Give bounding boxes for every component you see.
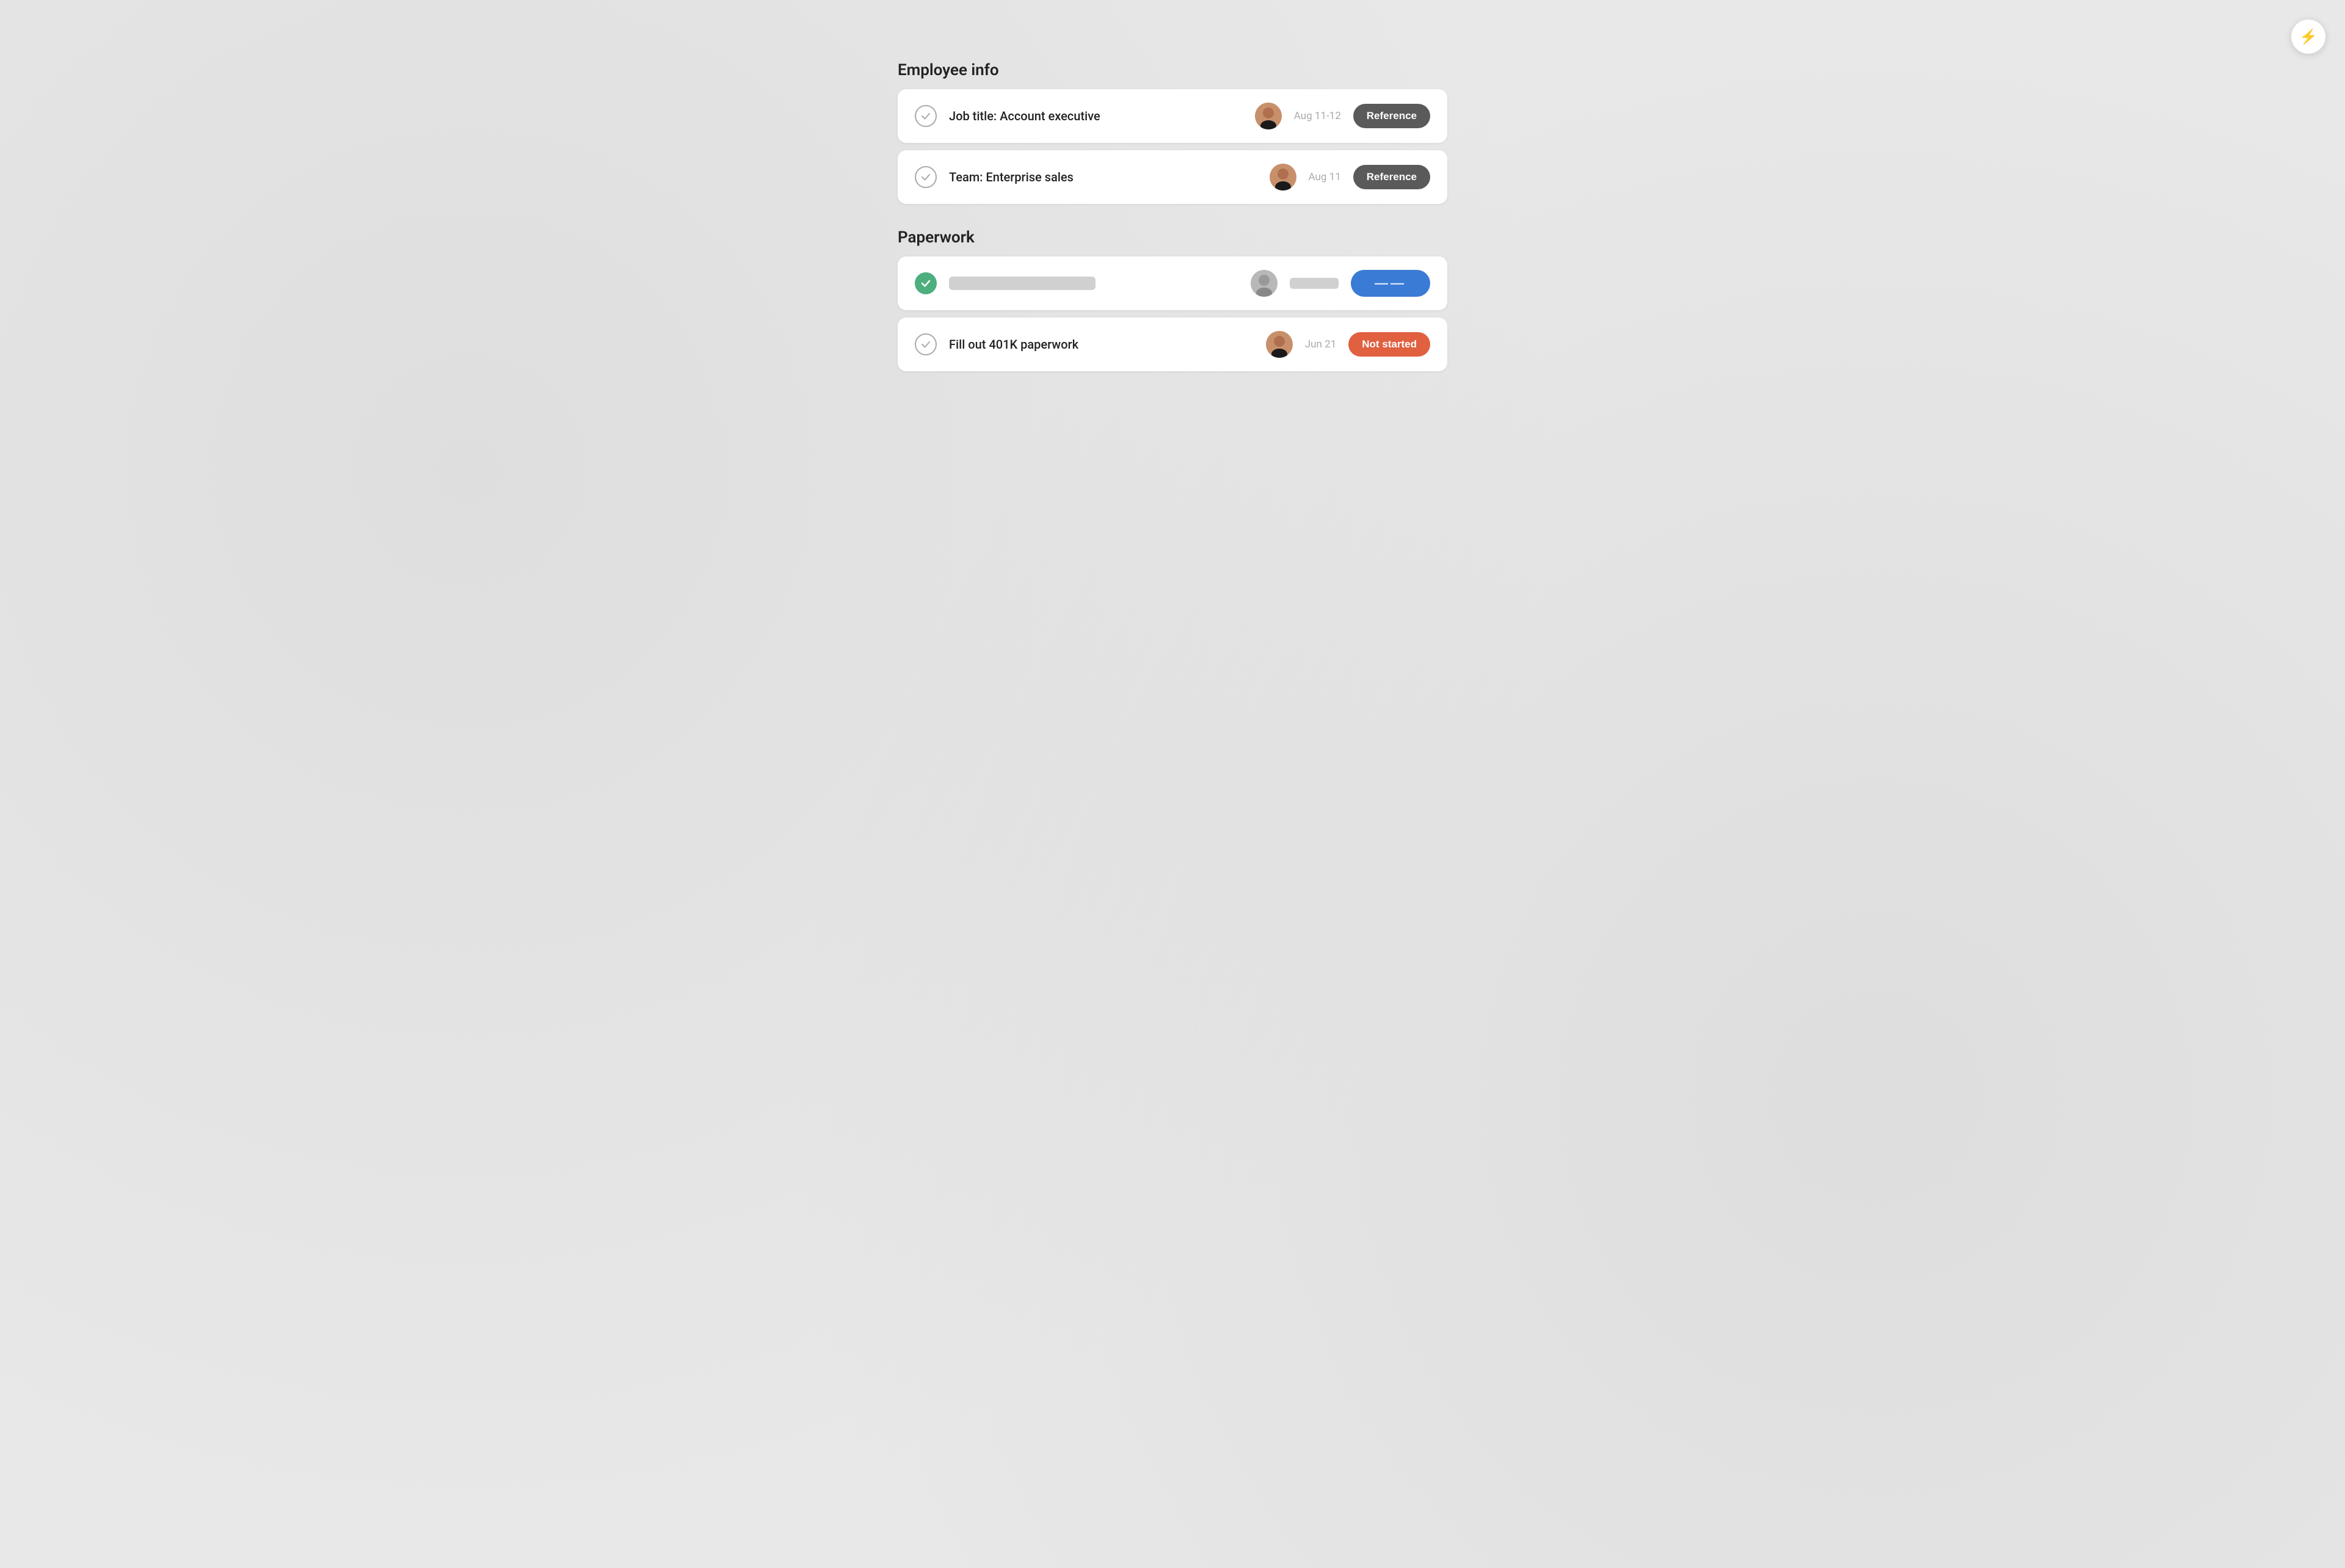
date-team: Aug 11 <box>1309 171 1341 183</box>
card-label-job-title: Job title: Account executive <box>949 109 1100 123</box>
check-icon-paperwork-item-1[interactable] <box>915 272 937 294</box>
date-fill-401k: Jun 21 <box>1305 338 1336 350</box>
card-right-fill-401k: Jun 21 Not started <box>1266 331 1430 358</box>
badge-job-title[interactable]: Reference <box>1353 104 1430 128</box>
card-right-paperwork-item-1 <box>1251 270 1430 297</box>
card-right-job-title: Aug 11-12 Reference <box>1255 103 1430 129</box>
card-left-job-title: Job title: Account executive <box>915 105 1100 127</box>
badge-fill-401k[interactable]: Not started <box>1348 332 1430 357</box>
card-label-fill-401k: Fill out 401K paperwork <box>949 337 1078 352</box>
card-list-employee-info: Job title: Account executive Aug 11-12 Re… <box>898 89 1447 204</box>
lightning-icon: ⚡ <box>2299 28 2318 46</box>
card-job-title: Job title: Account executive Aug 11-12 Re… <box>898 89 1447 143</box>
main-content: Employee info Job title: Account executiv… <box>898 61 1447 371</box>
card-right-team: Aug 11 Reference <box>1270 164 1430 191</box>
badge-team[interactable]: Reference <box>1353 165 1430 189</box>
card-left-paperwork-item-1 <box>915 272 1096 294</box>
card-paperwork-item-1 <box>898 256 1447 310</box>
badge-paperwork-item-1[interactable] <box>1351 270 1430 297</box>
date-paperwork-item-1 <box>1290 278 1339 289</box>
card-fill-401k: Fill out 401K paperwork Jun 21 Not starte… <box>898 318 1447 371</box>
section-employee-info: Employee info Job title: Account executiv… <box>898 61 1447 204</box>
quick-actions-button[interactable]: ⚡ <box>2291 20 2325 54</box>
avatar-job-title <box>1255 103 1282 129</box>
card-left-team: Team: Enterprise sales <box>915 166 1074 188</box>
card-list-paperwork: Fill out 401K paperwork Jun 21 Not starte… <box>898 256 1447 371</box>
card-team: Team: Enterprise sales Aug 11 Reference <box>898 150 1447 204</box>
card-label-paperwork-item-1 <box>949 277 1096 290</box>
date-job-title: Aug 11-12 <box>1294 110 1341 122</box>
check-icon-fill-401k[interactable] <box>915 333 937 355</box>
avatar-fill-401k <box>1266 331 1293 358</box>
card-label-team: Team: Enterprise sales <box>949 170 1074 184</box>
section-title-employee-info: Employee info <box>898 61 1447 79</box>
avatar-team <box>1270 164 1296 191</box>
section-title-paperwork: Paperwork <box>898 228 1447 247</box>
check-icon-team[interactable] <box>915 166 937 188</box>
card-left-fill-401k: Fill out 401K paperwork <box>915 333 1078 355</box>
check-icon-job-title[interactable] <box>915 105 937 127</box>
avatar-paperwork-item-1 <box>1251 270 1278 297</box>
section-paperwork: Paperwork Fill out 401K paperwork Jun 21… <box>898 228 1447 371</box>
